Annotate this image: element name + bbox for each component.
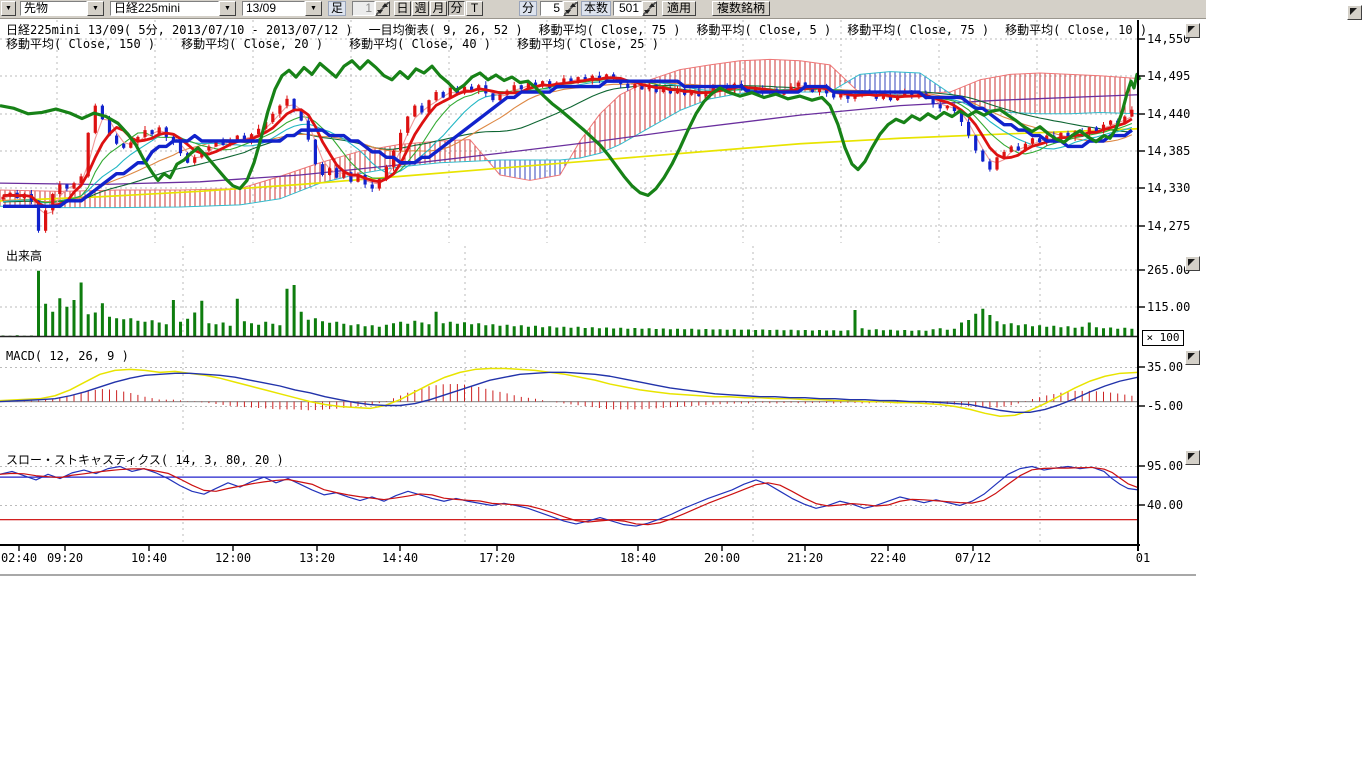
bar-type-label: 足 [328,1,346,16]
pane-resize-button-price[interactable] [1185,23,1200,38]
spinner-icon[interactable] [375,1,390,16]
instrument-type-value: 先物 [20,1,87,16]
period-button-週[interactable]: 週 [412,1,429,16]
toolbar: ▼ 先物 ▼ 日経225mini ▼ 13/09 ▼ 足 1 日週月分T 分 5… [0,0,1206,19]
pane-resize-button-volume[interactable] [1185,256,1200,271]
spinner-icon[interactable] [563,1,578,16]
trading-app-window: 日経225mini 13/09( 5分, 2013/07/10 - 2013/0… [0,0,1366,768]
period-button-group: 日週月分T [394,1,489,16]
mini-dropdown[interactable]: ▼ [1,1,16,16]
minute-value: 5 [540,1,563,16]
resize-nw-icon [1188,259,1195,266]
symbol-select[interactable]: 日経225mini ▼ [110,1,236,16]
bar-count-label: 本数 [581,1,611,16]
window-resize-button[interactable] [1347,5,1362,20]
contract-month-value: 13/09 [242,1,305,16]
minute-label: 分 [519,1,537,16]
resize-nw-icon [1350,8,1357,15]
symbol-value: 日経225mini [110,1,219,16]
pane-resize-button-stoch[interactable] [1185,450,1200,465]
apply-button[interactable]: 適用 [662,1,696,16]
chevron-down-icon: ▼ [1,1,16,16]
contract-month-select[interactable]: 13/09 ▼ [242,1,322,16]
minute-stepper[interactable]: 5 [540,1,578,16]
resize-nw-icon [1188,453,1195,460]
multi-symbol-button[interactable]: 複数銘柄 [712,1,770,16]
resize-nw-icon [1188,26,1195,33]
bar-interval-value: 1 [352,1,375,16]
resize-nw-icon [1188,353,1195,360]
pane-resize-button-macd[interactable] [1185,350,1200,365]
chevron-down-icon: ▼ [87,1,104,16]
chevron-down-icon: ▼ [305,1,322,16]
bar-count-value: 501 [613,1,642,16]
period-button-T[interactable]: T [466,1,483,16]
period-button-月[interactable]: 月 [430,1,447,16]
period-button-分[interactable]: 分 [448,1,465,16]
instrument-type-select[interactable]: 先物 ▼ [20,1,104,16]
chart-canvas[interactable] [0,0,1366,600]
spinner-icon[interactable] [642,1,657,16]
bar-count-stepper[interactable]: 501 [613,1,657,16]
period-button-日[interactable]: 日 [394,1,411,16]
bar-interval-stepper[interactable]: 1 [352,1,390,16]
chevron-down-icon: ▼ [219,1,236,16]
